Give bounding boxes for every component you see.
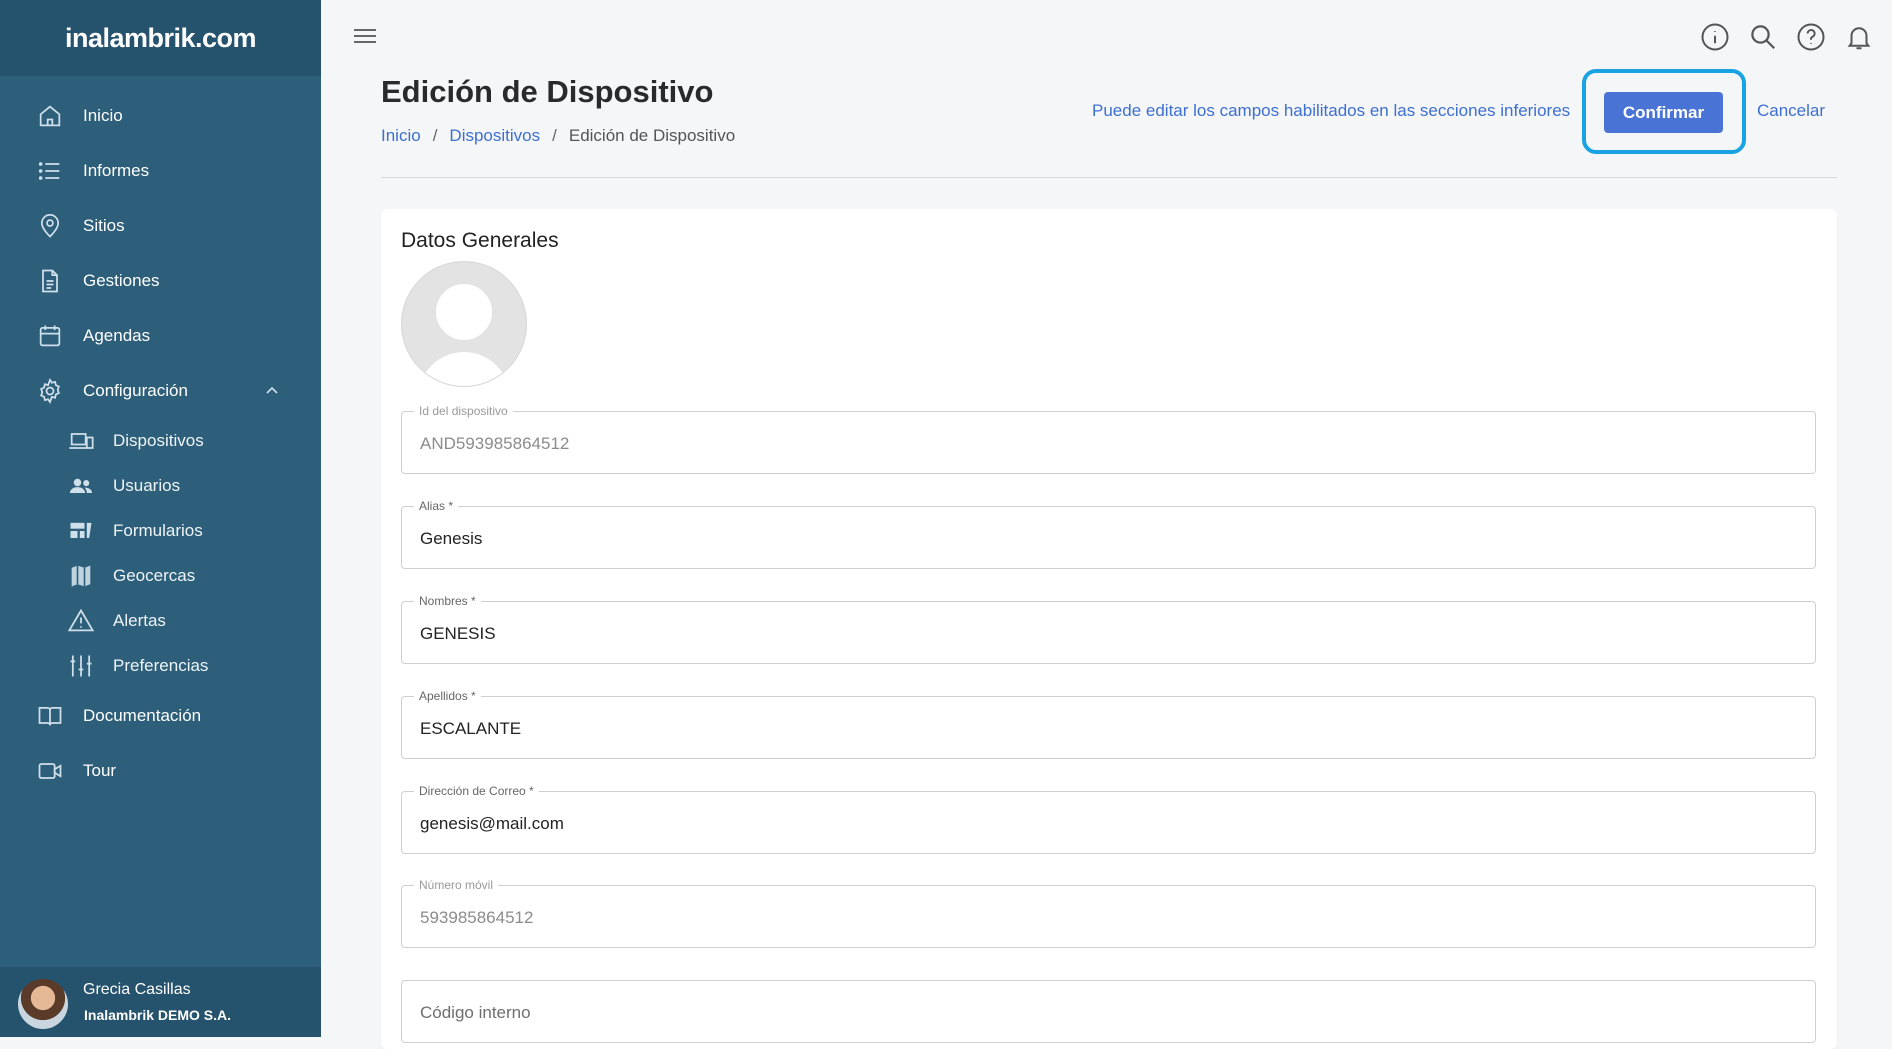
gear-icon [40, 377, 60, 405]
menu-icon[interactable] [352, 24, 378, 48]
sidebar-item-documentacion[interactable]: Documentación [0, 696, 321, 736]
breadcrumb-dispositivos[interactable]: Dispositivos [449, 126, 540, 146]
breadcrumb-current: Edición de Dispositivo [568, 126, 736, 145]
sidebar-item-label: Formularios [113, 521, 203, 540]
sidebar-item-geocercas[interactable]: Geocercas [0, 556, 321, 596]
divider [381, 177, 1837, 178]
video-icon [38, 763, 62, 779]
bell-icon[interactable] [1844, 22, 1874, 52]
apellidos-input[interactable] [418, 697, 1802, 760]
user-name: Grecia Casillas [83, 981, 191, 998]
avatar-body-shape [418, 352, 510, 386]
device-id-field: Id del dispositivo [401, 403, 1816, 475]
cancel-link[interactable]: Cancelar [1757, 101, 1825, 121]
help-icon[interactable] [1796, 22, 1826, 52]
breadcrumb-inicio[interactable]: Inicio [381, 126, 421, 146]
info-icon[interactable] [1700, 22, 1730, 52]
sidebar-item-usuarios[interactable]: Usuarios [0, 466, 321, 506]
email-field[interactable]: Dirección de Correo * [401, 783, 1816, 855]
breadcrumb: Inicio / Dispositivos / Edición de Dispo… [381, 126, 735, 146]
devices-icon [69, 433, 94, 449]
sidebar-item-dispositivos[interactable]: Dispositivos [0, 421, 321, 461]
internal-code-field[interactable] [401, 980, 1816, 1044]
sidebar-item-label: Informes [83, 161, 150, 180]
sidebar-item-label: Documentación [83, 706, 202, 725]
sidebar-item-label: Inicio [83, 106, 123, 125]
confirm-button[interactable]: Confirmar [1604, 92, 1723, 133]
logo-text: inalambrik.com [64, 22, 257, 53]
sliders-icon [70, 655, 92, 677]
sidebar-item-label: Dispositivos [113, 431, 204, 450]
calendar-icon [39, 325, 61, 347]
nombres-field[interactable]: Nombres * [401, 593, 1816, 665]
user-bar[interactable]: Grecia Casillas Inalambrik DEMO S.A. [0, 967, 321, 1037]
forms-icon [70, 522, 92, 538]
sidebar-item-label: Alertas [113, 611, 166, 630]
book-icon [38, 706, 62, 726]
logo[interactable]: inalambrik.com [64, 22, 257, 54]
alias-input[interactable] [418, 507, 1802, 570]
mobile-number-input [418, 886, 1802, 949]
breadcrumb-separator: / [432, 126, 438, 145]
avatar-head-shape [436, 284, 492, 340]
page-title: Edición de Dispositivo [381, 74, 714, 109]
general-data-card: Datos Generales Id del dispositivo Alias… [381, 209, 1837, 1049]
email-input[interactable] [418, 792, 1802, 855]
avatar [18, 979, 68, 1029]
breadcrumb-separator: / [552, 126, 557, 145]
sidebar-item-formularios[interactable]: Formularios [0, 511, 321, 551]
search-icon[interactable] [1748, 22, 1778, 52]
sidebar-item-label: Tour [83, 761, 117, 780]
home-icon [39, 105, 61, 127]
sidebar-item-informes[interactable]: Informes [0, 151, 321, 191]
sidebar-item-alertas[interactable]: Alertas [0, 601, 321, 641]
map-pin-icon [40, 214, 60, 238]
sidebar-item-label: Usuarios [113, 476, 181, 495]
sidebar-item-tour[interactable]: Tour [0, 751, 321, 791]
sidebar-item-inicio[interactable]: Inicio [0, 96, 321, 136]
internal-code-input[interactable] [418, 981, 1802, 1044]
warning-icon [67, 608, 95, 632]
sidebar-item-sitios[interactable]: Sitios [0, 206, 321, 246]
nombres-input[interactable] [418, 602, 1802, 665]
card-title: Datos Generales [401, 229, 559, 252]
list-icon [38, 162, 60, 180]
sidebar-item-label: Geocercas [113, 566, 196, 585]
alias-field[interactable]: Alias * [401, 498, 1816, 570]
sidebar-item-gestiones[interactable]: Gestiones [0, 261, 321, 301]
device-avatar[interactable] [401, 261, 527, 387]
sidebar-item-preferencias[interactable]: Preferencias [0, 646, 321, 686]
logo-bar: inalambrik.com [0, 0, 321, 76]
apellidos-field[interactable]: Apellidos * [401, 688, 1816, 760]
sidebar-item-agendas[interactable]: Agendas [0, 316, 321, 356]
sidebar-item-configuracion[interactable]: Configuración [0, 371, 321, 411]
device-id-input [418, 412, 1802, 475]
sidebar-item-label: Configuración [83, 381, 188, 400]
users-icon [69, 478, 93, 493]
user-org: Inalambrik DEMO S.A. [84, 1007, 232, 1023]
document-icon [42, 269, 58, 293]
sidebar-item-label: Gestiones [83, 271, 160, 290]
chevron-up-icon[interactable] [262, 381, 282, 401]
mobile-number-field: Número móvil [401, 877, 1816, 949]
map-icon [71, 565, 91, 587]
sidebar-item-label: Preferencias [113, 656, 209, 675]
sidebar: inalambrik.com Inicio Informes Sitios Ge… [0, 0, 321, 1037]
sidebar-item-label: Sitios [83, 216, 125, 235]
sidebar-item-label: Agendas [83, 326, 151, 345]
edit-hint: Puede editar los campos habilitados en l… [1092, 101, 1571, 120]
